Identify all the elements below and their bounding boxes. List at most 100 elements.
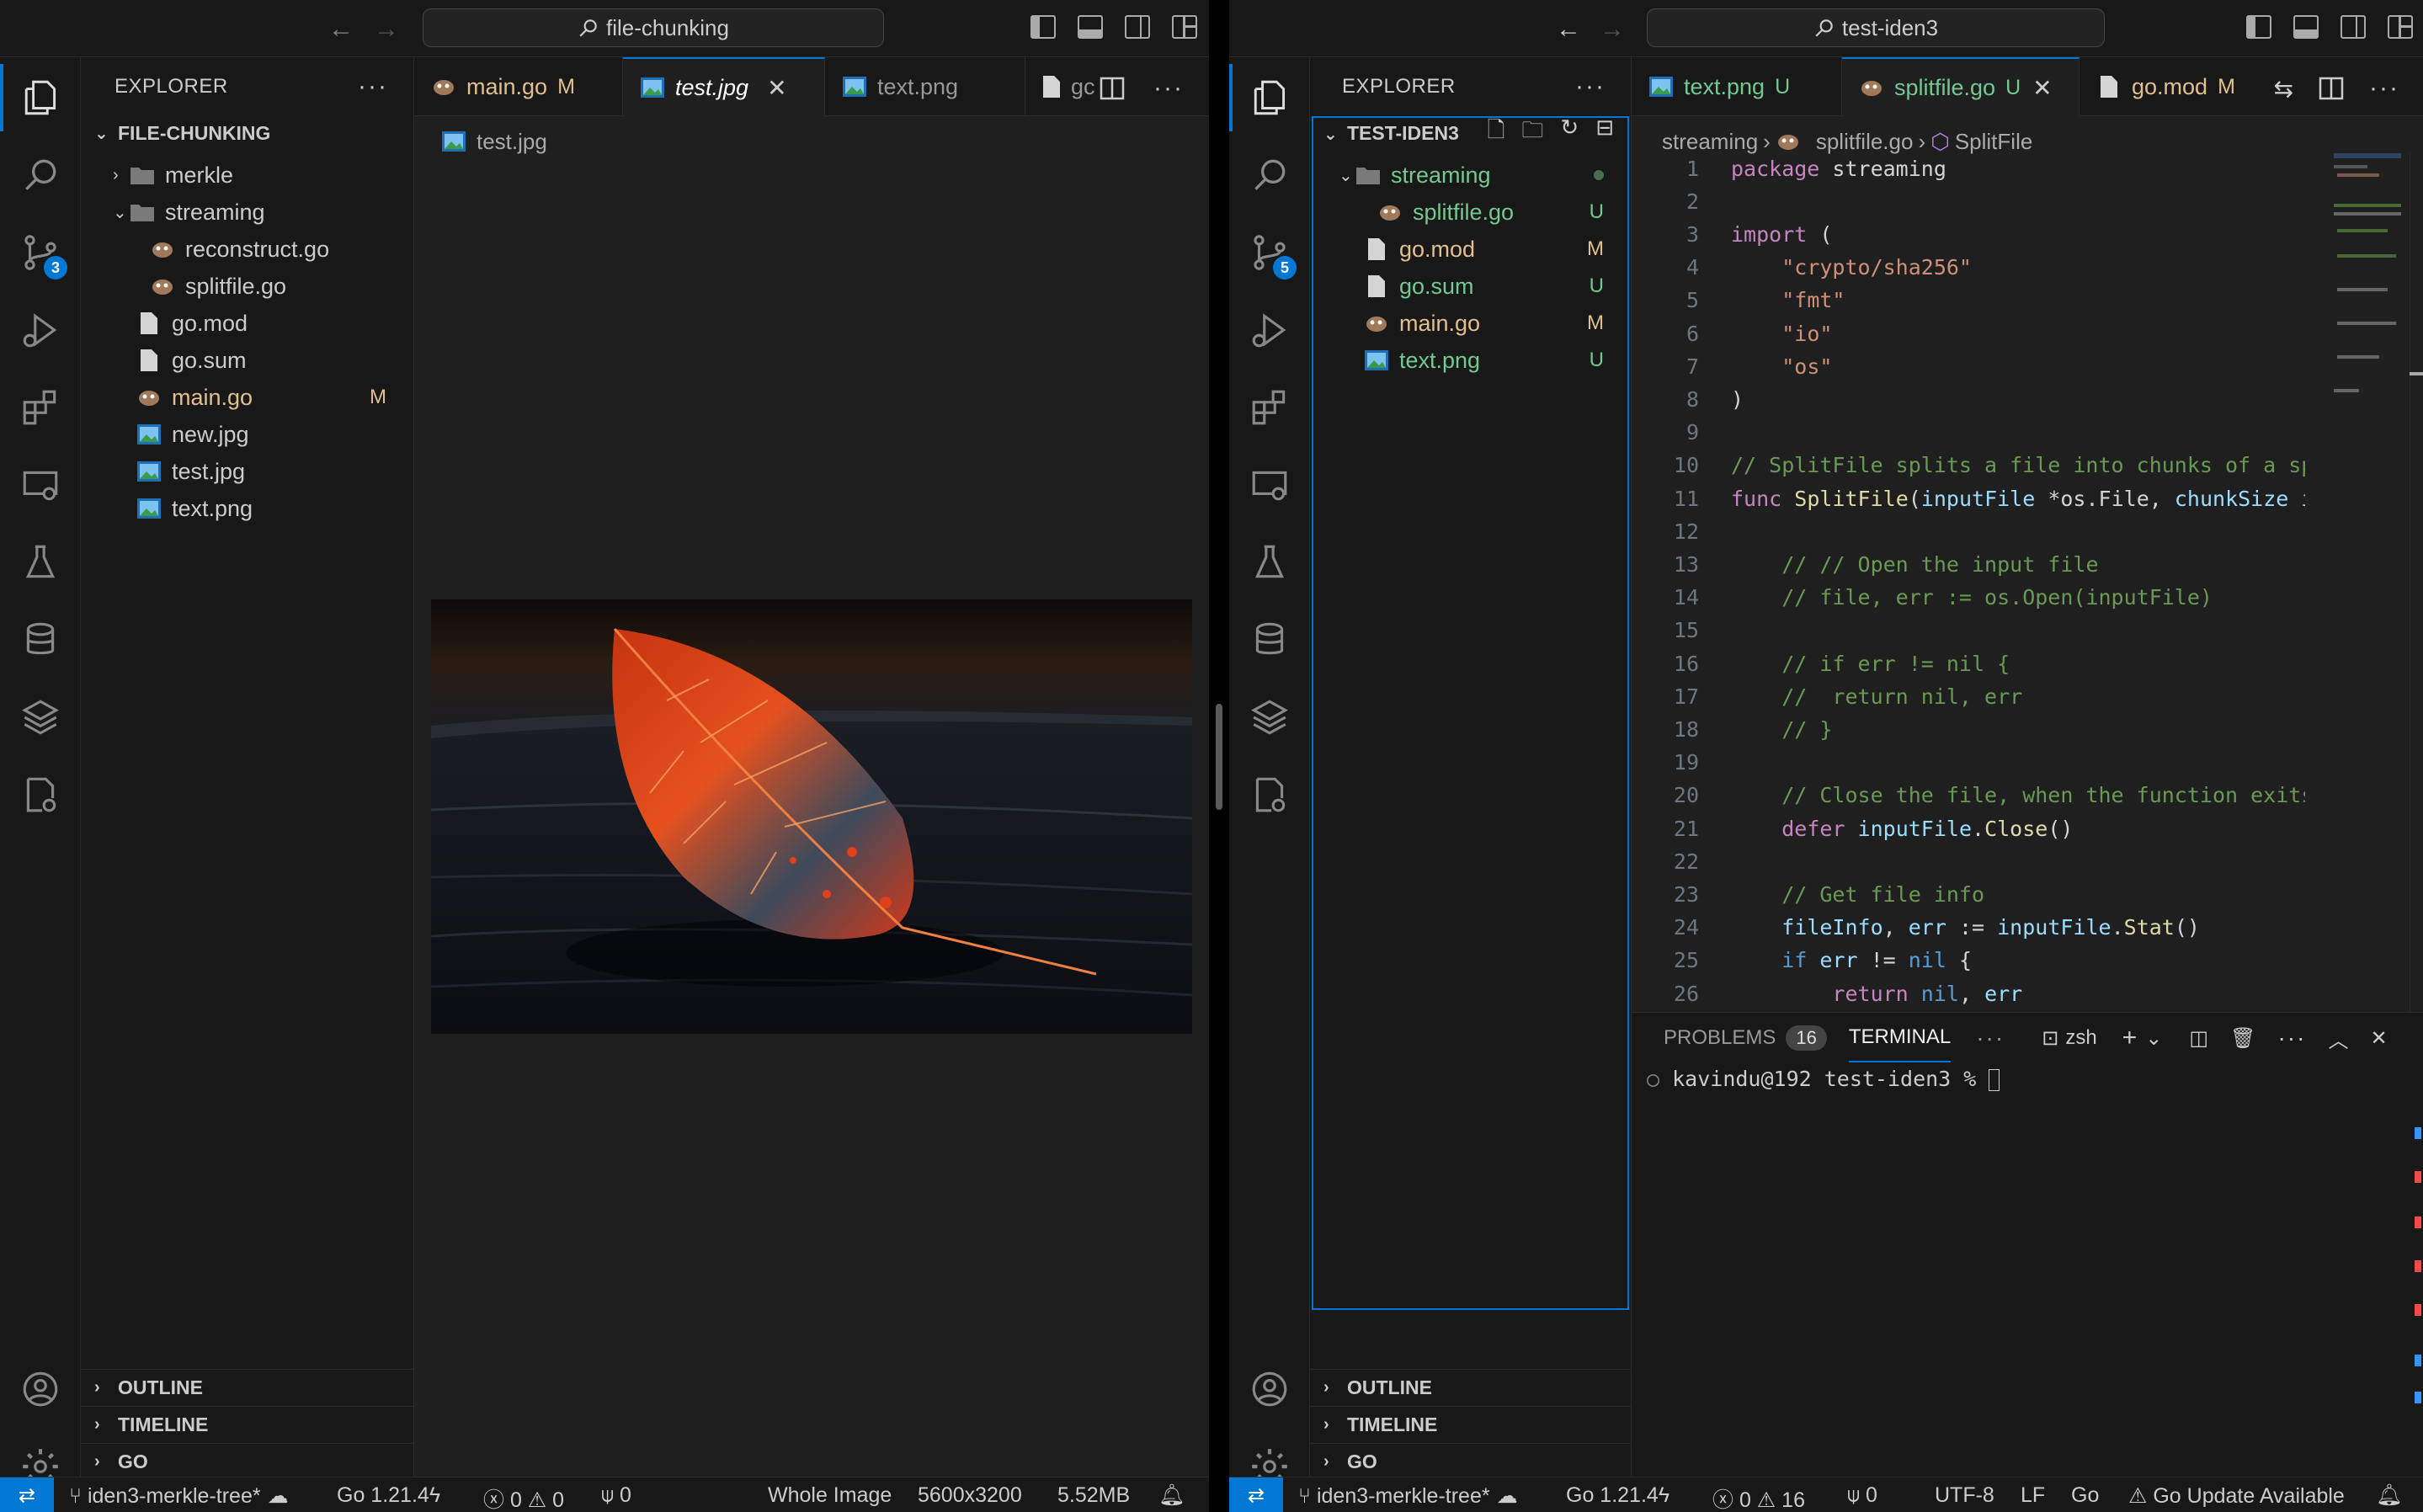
toggle-sidebar-icon[interactable]: [2246, 15, 2271, 39]
close-icon[interactable]: ✕: [2032, 74, 2052, 102]
trash-icon[interactable]: 🗑︎: [2230, 1026, 2255, 1051]
go-section[interactable]: › GO: [1310, 1443, 1631, 1480]
toggle-panel-icon[interactable]: [1078, 15, 1103, 39]
back-arrow-icon[interactable]: ←: [328, 15, 354, 44]
image-zoom-mode[interactable]: Whole Image: [768, 1483, 892, 1508]
code-line[interactable]: 5 "fmt": [1632, 285, 1845, 316]
split-editor-icon[interactable]: [1100, 77, 1125, 100]
code-editor[interactable]: streaming › splitfile.go › ⬡ SplitFile 1…: [1632, 116, 2423, 1012]
source-control-icon[interactable]: 5: [1229, 219, 1310, 286]
eol-selector[interactable]: LF: [2021, 1483, 2045, 1508]
tab-problems[interactable]: PROBLEMS: [1664, 1026, 1776, 1050]
outline-section[interactable]: › OUTLINE: [81, 1369, 413, 1406]
tree-item-text-png[interactable]: text.png U: [1310, 342, 1631, 379]
timeline-section[interactable]: › TIMELINE: [81, 1406, 413, 1443]
chevron-down-icon[interactable]: ⌄: [2145, 1026, 2162, 1051]
code-line[interactable]: 16 // if err != nil {: [1632, 648, 2010, 679]
toggle-sidebar-icon[interactable]: [1030, 15, 1056, 39]
layers-icon[interactable]: [0, 684, 81, 751]
tab-go-truncated[interactable]: gc: [1025, 57, 1110, 116]
more-tabs-icon[interactable]: ···: [1976, 1025, 2005, 1051]
tree-item-go-sum[interactable]: go.sum: [81, 342, 413, 379]
tree-item-streaming[interactable]: ⌄ streaming: [81, 194, 413, 231]
tree-item-splitfile-go[interactable]: splitfile.go U: [1310, 194, 1631, 231]
tab-terminal[interactable]: TERMINAL: [1848, 1014, 1952, 1062]
branch-indicator[interactable]: ⑂ iden3-merkle-tree* ☁: [1298, 1483, 1518, 1509]
go-version[interactable]: Go 1.21.4ϟ: [337, 1483, 440, 1508]
code-line[interactable]: 2: [1632, 186, 1731, 216]
problems-indicator[interactable]: ⓧ 0 ⚠ 0: [483, 1483, 564, 1512]
code-line[interactable]: 22: [1632, 846, 1731, 876]
extensions-icon[interactable]: [0, 374, 81, 441]
search-icon[interactable]: [0, 141, 81, 209]
account-icon[interactable]: [0, 1355, 81, 1423]
remote-settings-icon[interactable]: [1229, 761, 1310, 828]
remote-explorer-icon[interactable]: [0, 451, 81, 519]
tab-text-png[interactable]: text.png U: [1632, 57, 1842, 116]
tree-item-text-png[interactable]: text.png: [81, 490, 413, 527]
ports-indicator[interactable]: ⍦ 0: [601, 1483, 631, 1508]
search-icon[interactable]: [1229, 141, 1310, 209]
explorer-icon[interactable]: [0, 64, 81, 131]
code-line[interactable]: 10 // SplitFile splits a file into chunks…: [1632, 450, 2305, 481]
tree-item-test-jpg[interactable]: test.jpg: [81, 453, 413, 490]
database-icon[interactable]: [0, 606, 81, 673]
source-control-icon[interactable]: 3: [0, 219, 81, 286]
outline-section[interactable]: › OUTLINE: [1310, 1369, 1631, 1406]
back-arrow-icon[interactable]: ←: [1556, 15, 1581, 44]
remote-explorer-icon[interactable]: [1229, 451, 1310, 519]
code-line[interactable]: 11 func SplitFile(inputFile *os.File, chu…: [1632, 483, 2305, 514]
split-editor-icon[interactable]: [2319, 77, 2344, 100]
code-line[interactable]: 21 defer inputFile.Close(): [1632, 813, 2074, 844]
code-line[interactable]: 3 import (: [1632, 219, 1832, 249]
code-line[interactable]: 8): [1632, 384, 1744, 414]
forward-arrow-icon[interactable]: →: [1600, 15, 1625, 44]
tree-item-reconstruct-go[interactable]: reconstruct.go: [81, 231, 413, 268]
remote-settings-icon[interactable]: [0, 761, 81, 828]
toggle-secondary-sidebar-icon[interactable]: [1125, 15, 1150, 39]
go-version[interactable]: Go 1.21.4ϟ: [1566, 1483, 1669, 1508]
customize-layout-icon[interactable]: [2388, 15, 2413, 39]
terminal-scrollbar[interactable]: [2410, 1063, 2423, 1477]
command-center-search[interactable]: file-chunking: [423, 8, 884, 47]
remote-indicator-icon[interactable]: ⇄: [0, 1477, 54, 1512]
code-line[interactable]: 25 if err != nil {: [1632, 945, 1972, 976]
terminal-shell-selector[interactable]: ⊡ zsh: [2042, 1026, 2096, 1051]
code-line[interactable]: 12: [1632, 516, 1731, 546]
branch-indicator[interactable]: ⑂ iden3-merkle-tree* ☁: [69, 1483, 289, 1509]
ports-indicator[interactable]: ⍦ 0: [1847, 1483, 1877, 1508]
tree-item-go-sum[interactable]: go.sum U: [1310, 268, 1631, 305]
tree-item-go-mod[interactable]: go.mod M: [1310, 231, 1631, 268]
code-line[interactable]: 23 // Get file info: [1632, 879, 1984, 909]
code-line[interactable]: 18 // }: [1632, 714, 1833, 744]
code-line[interactable]: 24 fileInfo, err := inputFile.Stat(): [1632, 913, 2200, 943]
tree-item-new-jpg[interactable]: new.jpg: [81, 416, 413, 453]
close-panel-icon[interactable]: ✕: [2370, 1026, 2387, 1051]
code-line[interactable]: 15: [1632, 615, 1731, 646]
tree-item-streaming[interactable]: ⌄ streaming: [1310, 157, 1631, 194]
code-line[interactable]: 26 return nil, err: [1632, 978, 2022, 1009]
code-line[interactable]: 1 package streaming: [1632, 153, 1946, 184]
more-actions-icon[interactable]: ···: [1575, 72, 1606, 101]
testing-icon[interactable]: [0, 529, 81, 596]
layers-icon[interactable]: [1229, 684, 1310, 751]
terminal-output[interactable]: ○ kavindu@192 test-iden3 %: [1647, 1067, 2000, 1091]
tab-splitfile-go[interactable]: splitfile.go U ✕: [1842, 57, 2080, 116]
notifications-bell-icon[interactable]: 🔔︎: [2376, 1483, 2403, 1508]
editor-scrollbar[interactable]: [2410, 153, 2423, 1012]
tab-main-go[interactable]: main.go M: [414, 57, 623, 116]
tab-go-mod[interactable]: go.mod M: [2080, 57, 2273, 116]
testing-icon[interactable]: [1229, 529, 1310, 596]
forward-arrow-icon[interactable]: →: [374, 15, 399, 44]
breadcrumb-item[interactable]: streaming: [1662, 129, 1758, 155]
code-line[interactable]: 7 "os": [1632, 351, 1833, 381]
extensions-icon[interactable]: [1229, 374, 1310, 441]
notifications-bell-icon[interactable]: 🔔︎: [1158, 1483, 1185, 1508]
breadcrumb-item[interactable]: test.jpg: [477, 129, 547, 155]
command-center-search[interactable]: test-iden3: [1647, 8, 2105, 47]
tree-item-main-go[interactable]: main.go M: [81, 379, 413, 416]
remote-indicator-icon[interactable]: ⇄: [1229, 1477, 1283, 1512]
explorer-icon[interactable]: [1229, 64, 1310, 131]
more-actions-icon[interactable]: ···: [358, 72, 388, 101]
workspace-folder-header[interactable]: ⌄ FILE-CHUNKING: [81, 116, 413, 150]
